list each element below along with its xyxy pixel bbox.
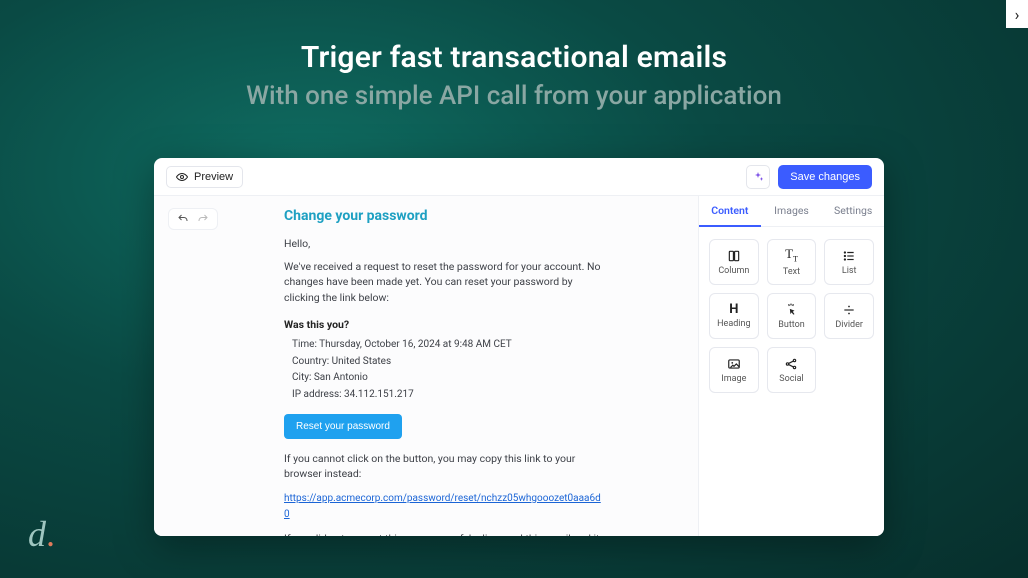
email-intro: We've received a request to reset the pa… [284, 259, 604, 305]
email-disclaimer: If you did not request this, you may saf… [284, 531, 604, 536]
heading-icon: H [729, 303, 738, 316]
eye-icon [176, 171, 188, 183]
redo-button[interactable] [197, 213, 209, 225]
topbar: Preview Save changes [154, 158, 884, 196]
tool-label: Button [778, 320, 804, 330]
ai-sparkle-button[interactable] [746, 165, 770, 189]
editor-card: Preview Save changes Change your passwor… [154, 158, 884, 536]
meta-time: Time: Thursday, October 16, 2024 at 9:48… [292, 338, 604, 353]
tool-label: Divider [835, 320, 863, 330]
panel-tabs: Content Images Settings [699, 196, 884, 227]
tool-label: Image [721, 374, 746, 384]
tools-grid: Column TT Text List H Heading [699, 227, 884, 405]
history-toolbar [168, 208, 218, 230]
tab-images[interactable]: Images [761, 196, 823, 226]
canvas: Change your password Hello, We've receiv… [154, 196, 698, 536]
tool-label: Column [718, 266, 749, 276]
tool-label: Text [783, 267, 800, 277]
tab-content[interactable]: Content [699, 196, 761, 227]
reset-password-button[interactable]: Reset your password [284, 414, 402, 439]
tool-social[interactable]: Social [767, 347, 817, 393]
tool-image[interactable]: Image [709, 347, 759, 393]
tool-heading[interactable]: H Heading [709, 293, 759, 339]
tool-column[interactable]: Column [709, 239, 759, 285]
tab-settings[interactable]: Settings [822, 196, 884, 226]
undo-icon [177, 213, 189, 225]
brand-logo: d. [28, 516, 55, 552]
tool-text[interactable]: TT Text [767, 239, 817, 285]
editor-body: Change your password Hello, We've receiv… [154, 196, 884, 536]
list-icon [842, 249, 856, 263]
divider-icon [842, 303, 856, 317]
topbar-right: Save changes [746, 165, 872, 189]
hero: Triger fast transactional emails With on… [0, 0, 1028, 111]
carousel-next-button[interactable]: › [1006, 0, 1028, 28]
image-icon [727, 357, 741, 371]
undo-button[interactable] [177, 213, 189, 225]
email-preview: Change your password Hello, We've receiv… [284, 208, 604, 536]
email-fallback: If you cannot click on the button, you m… [284, 451, 604, 481]
redo-icon [197, 213, 209, 225]
tool-button[interactable]: Button [767, 293, 817, 339]
save-button[interactable]: Save changes [778, 165, 872, 189]
meta-country: Country: United States [292, 355, 604, 370]
hero-title: Triger fast transactional emails [0, 40, 1028, 75]
preview-label: Preview [194, 171, 233, 183]
column-icon [727, 249, 741, 263]
brand-letter: d [28, 514, 46, 554]
email-heading: Change your password [284, 208, 604, 224]
tool-label: List [842, 266, 857, 276]
hero-subtitle: With one simple API call from your appli… [0, 81, 1028, 111]
email-greeting: Hello, [284, 236, 604, 251]
email-subhead: Was this you? [284, 317, 604, 332]
email-meta: Time: Thursday, October 16, 2024 at 9:48… [292, 338, 604, 402]
meta-city: City: San Antonio [292, 371, 604, 386]
reset-link[interactable]: https://app.acmecorp.com/password/reset/… [284, 493, 601, 521]
social-icon [784, 357, 798, 371]
sparkle-icon [752, 171, 764, 183]
brand-dot: . [46, 514, 55, 554]
side-panel: Content Images Settings Column TT Text [698, 196, 884, 536]
button-icon [784, 303, 798, 317]
tool-divider[interactable]: Divider [824, 293, 874, 339]
meta-ip: IP address: 34.112.151.217 [292, 388, 604, 403]
tool-list[interactable]: List [824, 239, 874, 285]
tool-label: Social [779, 374, 803, 384]
chevron-right-icon: › [1015, 5, 1020, 24]
preview-button[interactable]: Preview [166, 166, 243, 188]
tool-label: Heading [717, 319, 750, 329]
text-icon: TT [785, 247, 798, 264]
